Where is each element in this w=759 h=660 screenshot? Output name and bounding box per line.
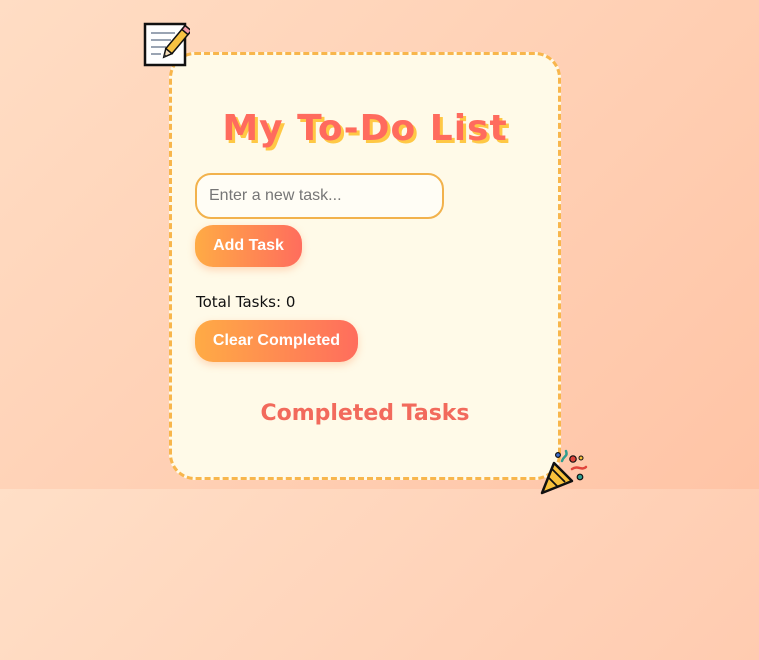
completed-tasks-heading: Completed Tasks [260, 401, 470, 426]
party-popper-icon [540, 449, 588, 495]
total-tasks-label: Total Tasks: [196, 293, 282, 311]
clear-completed-button[interactable]: Clear Completed [195, 320, 358, 362]
new-task-input[interactable] [195, 173, 444, 219]
page-title: My To-Do List [222, 108, 508, 149]
total-tasks-counter: Total Tasks: 0 [196, 293, 295, 311]
memo-icon [143, 22, 190, 67]
add-task-button[interactable]: Add Task [195, 225, 302, 267]
total-tasks-count: 0 [285, 293, 296, 311]
page-background-bottom [0, 489, 759, 660]
